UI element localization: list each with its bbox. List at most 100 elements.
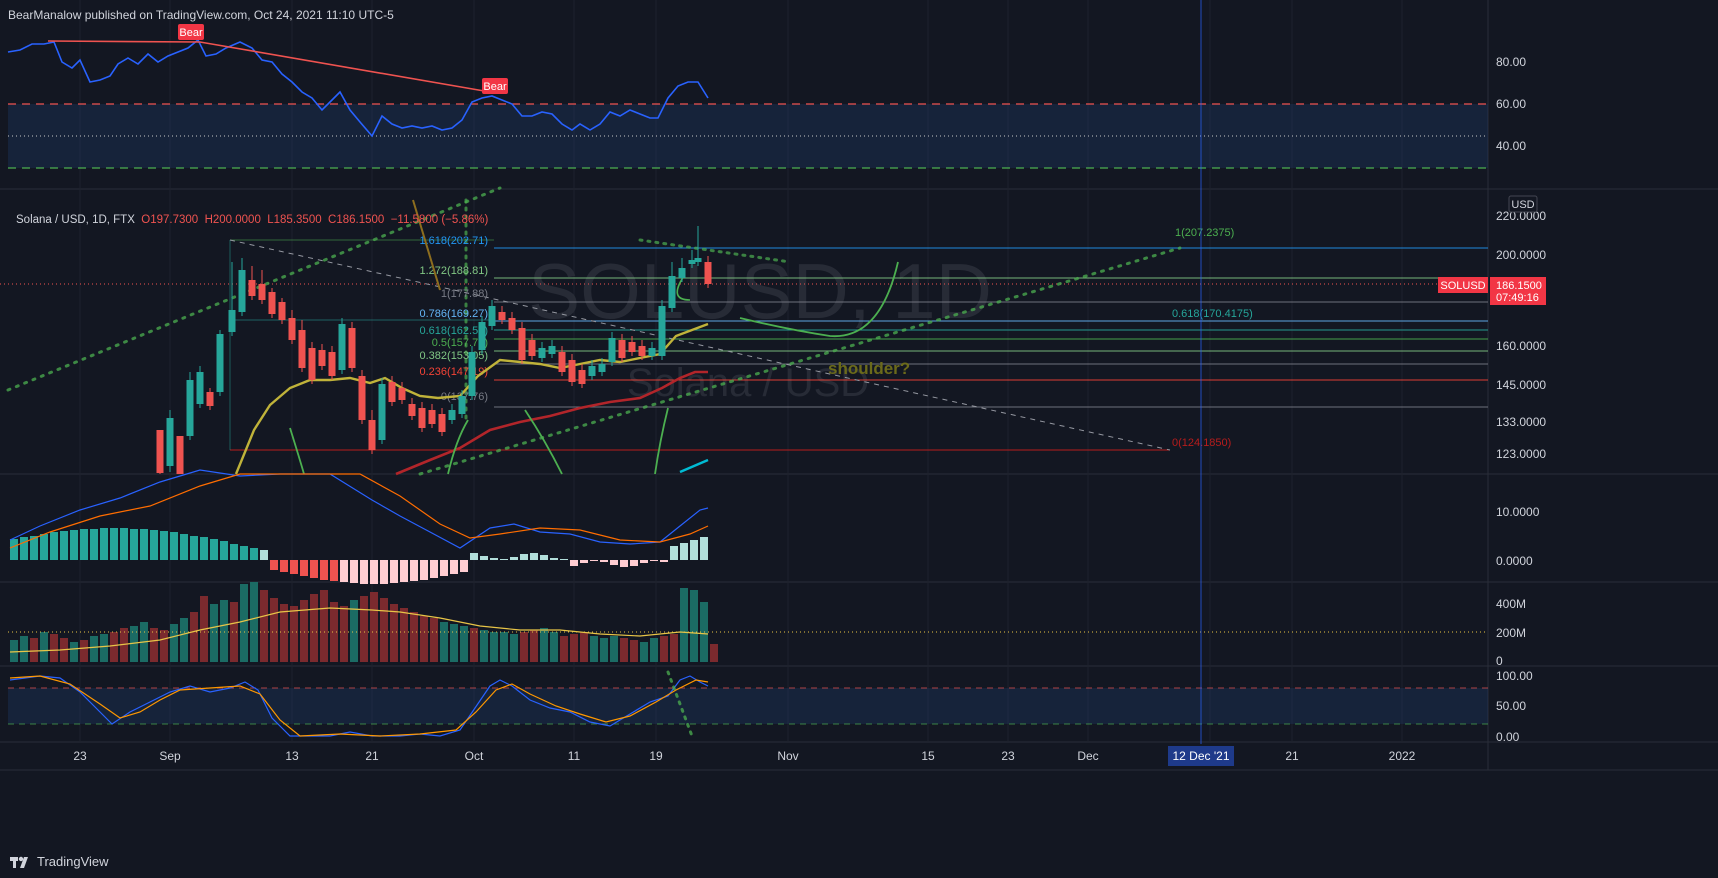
volume-bar — [340, 606, 348, 662]
macd-histogram-bar — [610, 560, 618, 565]
symbol-name: Solana / USD, 1D, FTX — [16, 214, 135, 226]
macd-histogram-bar — [670, 546, 678, 560]
time-axis-label: 13 — [285, 749, 299, 763]
volume-bar — [580, 632, 588, 662]
volume-bar — [310, 594, 318, 662]
macd-histogram-bar — [20, 537, 28, 560]
candle-body — [618, 340, 626, 358]
candle-body — [268, 292, 276, 314]
rsi-axis-tick: 40.00 — [1496, 139, 1526, 153]
volume-bar — [100, 634, 108, 662]
volume-bar — [150, 628, 158, 662]
candle-body — [408, 404, 416, 416]
volume-bar — [430, 618, 438, 662]
macd-histogram-bar — [630, 560, 638, 566]
time-axis-label: 11 — [568, 749, 581, 763]
volume-bar — [220, 600, 228, 662]
fib-label-right: 0.618(170.4175) — [1172, 308, 1253, 320]
volume-bar — [450, 624, 458, 662]
candle-body — [216, 334, 224, 392]
candle-body — [588, 366, 596, 376]
volume-bar — [160, 630, 168, 662]
volume-bar — [280, 604, 288, 662]
publisher-line: BearManalow published on TradingView.com… — [8, 8, 394, 22]
candle-body — [694, 258, 702, 262]
volume-bar — [650, 638, 658, 662]
macd-histogram-bar — [230, 544, 238, 560]
volume-axis-tick: 400M — [1496, 597, 1526, 611]
candle-body — [228, 310, 236, 332]
macd-histogram-bar — [650, 560, 658, 561]
macd-histogram-bar — [480, 556, 488, 560]
candle-body — [528, 340, 536, 356]
volume-bar — [20, 636, 28, 662]
candle-body — [568, 360, 576, 382]
tradingview-logo-icon — [10, 856, 28, 868]
macd-histogram-bar — [60, 531, 68, 560]
volume-bar — [380, 598, 388, 662]
rsi-axis-tick: 60.00 — [1496, 97, 1526, 111]
chart-canvas[interactable]: BearBear80.0060.0040.00SOLUSD, 1DSolana … — [0, 0, 1718, 878]
high-value: H200.0000 — [204, 214, 261, 226]
candle-body — [238, 270, 246, 312]
volume-bar — [540, 628, 548, 662]
tradingview-brand: TradingView — [37, 854, 109, 869]
candle-body — [548, 346, 556, 354]
candle-body — [658, 306, 666, 356]
low-value: L185.3500 — [267, 214, 322, 226]
candle-body — [368, 420, 376, 450]
volume-bar — [660, 636, 668, 662]
time-axis-label: Oct — [465, 749, 484, 763]
price-badge-countdown: 07:49:16 — [1496, 292, 1539, 304]
volume-bar — [80, 640, 88, 662]
volume-bar — [490, 632, 498, 662]
open-value: O197.7300 — [141, 214, 199, 226]
macd-histogram-bar — [590, 560, 598, 561]
macd-histogram-bar — [250, 548, 258, 560]
macd-histogram-bar — [600, 560, 608, 562]
time-axis-label: 23 — [73, 749, 87, 763]
macd-histogram-bar — [330, 560, 338, 581]
volume-bar — [360, 596, 368, 662]
symbol-legend: Solana / USD, 1D, FTX O197.7300 H200.000… — [16, 214, 488, 226]
macd-histogram-bar — [620, 560, 628, 567]
price-badge-value: 186.1500 — [1496, 280, 1542, 292]
stoch-axis-tick: 100.00 — [1496, 669, 1533, 683]
volume-bar — [10, 640, 18, 662]
macd-histogram-bar — [290, 560, 298, 574]
candle-body — [498, 312, 506, 320]
macd-histogram-bar — [110, 528, 118, 560]
volume-bar — [270, 598, 278, 662]
macd-histogram-bar — [510, 557, 518, 560]
candle-body — [458, 396, 466, 414]
candle-body — [468, 352, 476, 396]
tradingview-logo[interactable]: TradingView — [10, 854, 109, 869]
macd-axis-tick: 10.0000 — [1496, 505, 1540, 519]
volume-bar — [690, 590, 698, 662]
macd-axis-tick: 0.0000 — [1496, 554, 1533, 568]
price-axis-tick: 200.0000 — [1496, 248, 1546, 262]
macd-histogram-bar — [10, 539, 18, 560]
fib-label-left: 0.786(169.27) — [420, 308, 489, 320]
candle-body — [248, 280, 256, 296]
volume-bar — [670, 634, 678, 662]
volume-bar — [90, 636, 98, 662]
time-axis-label: Dec — [1077, 749, 1098, 763]
bear-label: Bear — [483, 81, 507, 93]
stoch-axis-tick: 50.00 — [1496, 699, 1526, 713]
macd-histogram-bar — [410, 560, 418, 581]
change-value: −11.5800 (−5.86%) — [390, 214, 489, 226]
volume-bar — [390, 604, 398, 662]
macd-histogram-bar — [120, 528, 128, 560]
volume-bar — [170, 624, 178, 662]
volume-bar — [190, 612, 198, 662]
volume-bar — [460, 626, 468, 662]
macd-histogram-bar — [50, 532, 58, 560]
drawing-curve — [524, 409, 563, 475]
bear-divergence-line — [47, 40, 491, 93]
candle-body — [196, 372, 204, 404]
volume-bar — [530, 630, 538, 662]
candle-body — [628, 342, 636, 352]
candle-body — [538, 348, 546, 358]
macd-histogram-bar — [460, 560, 468, 572]
